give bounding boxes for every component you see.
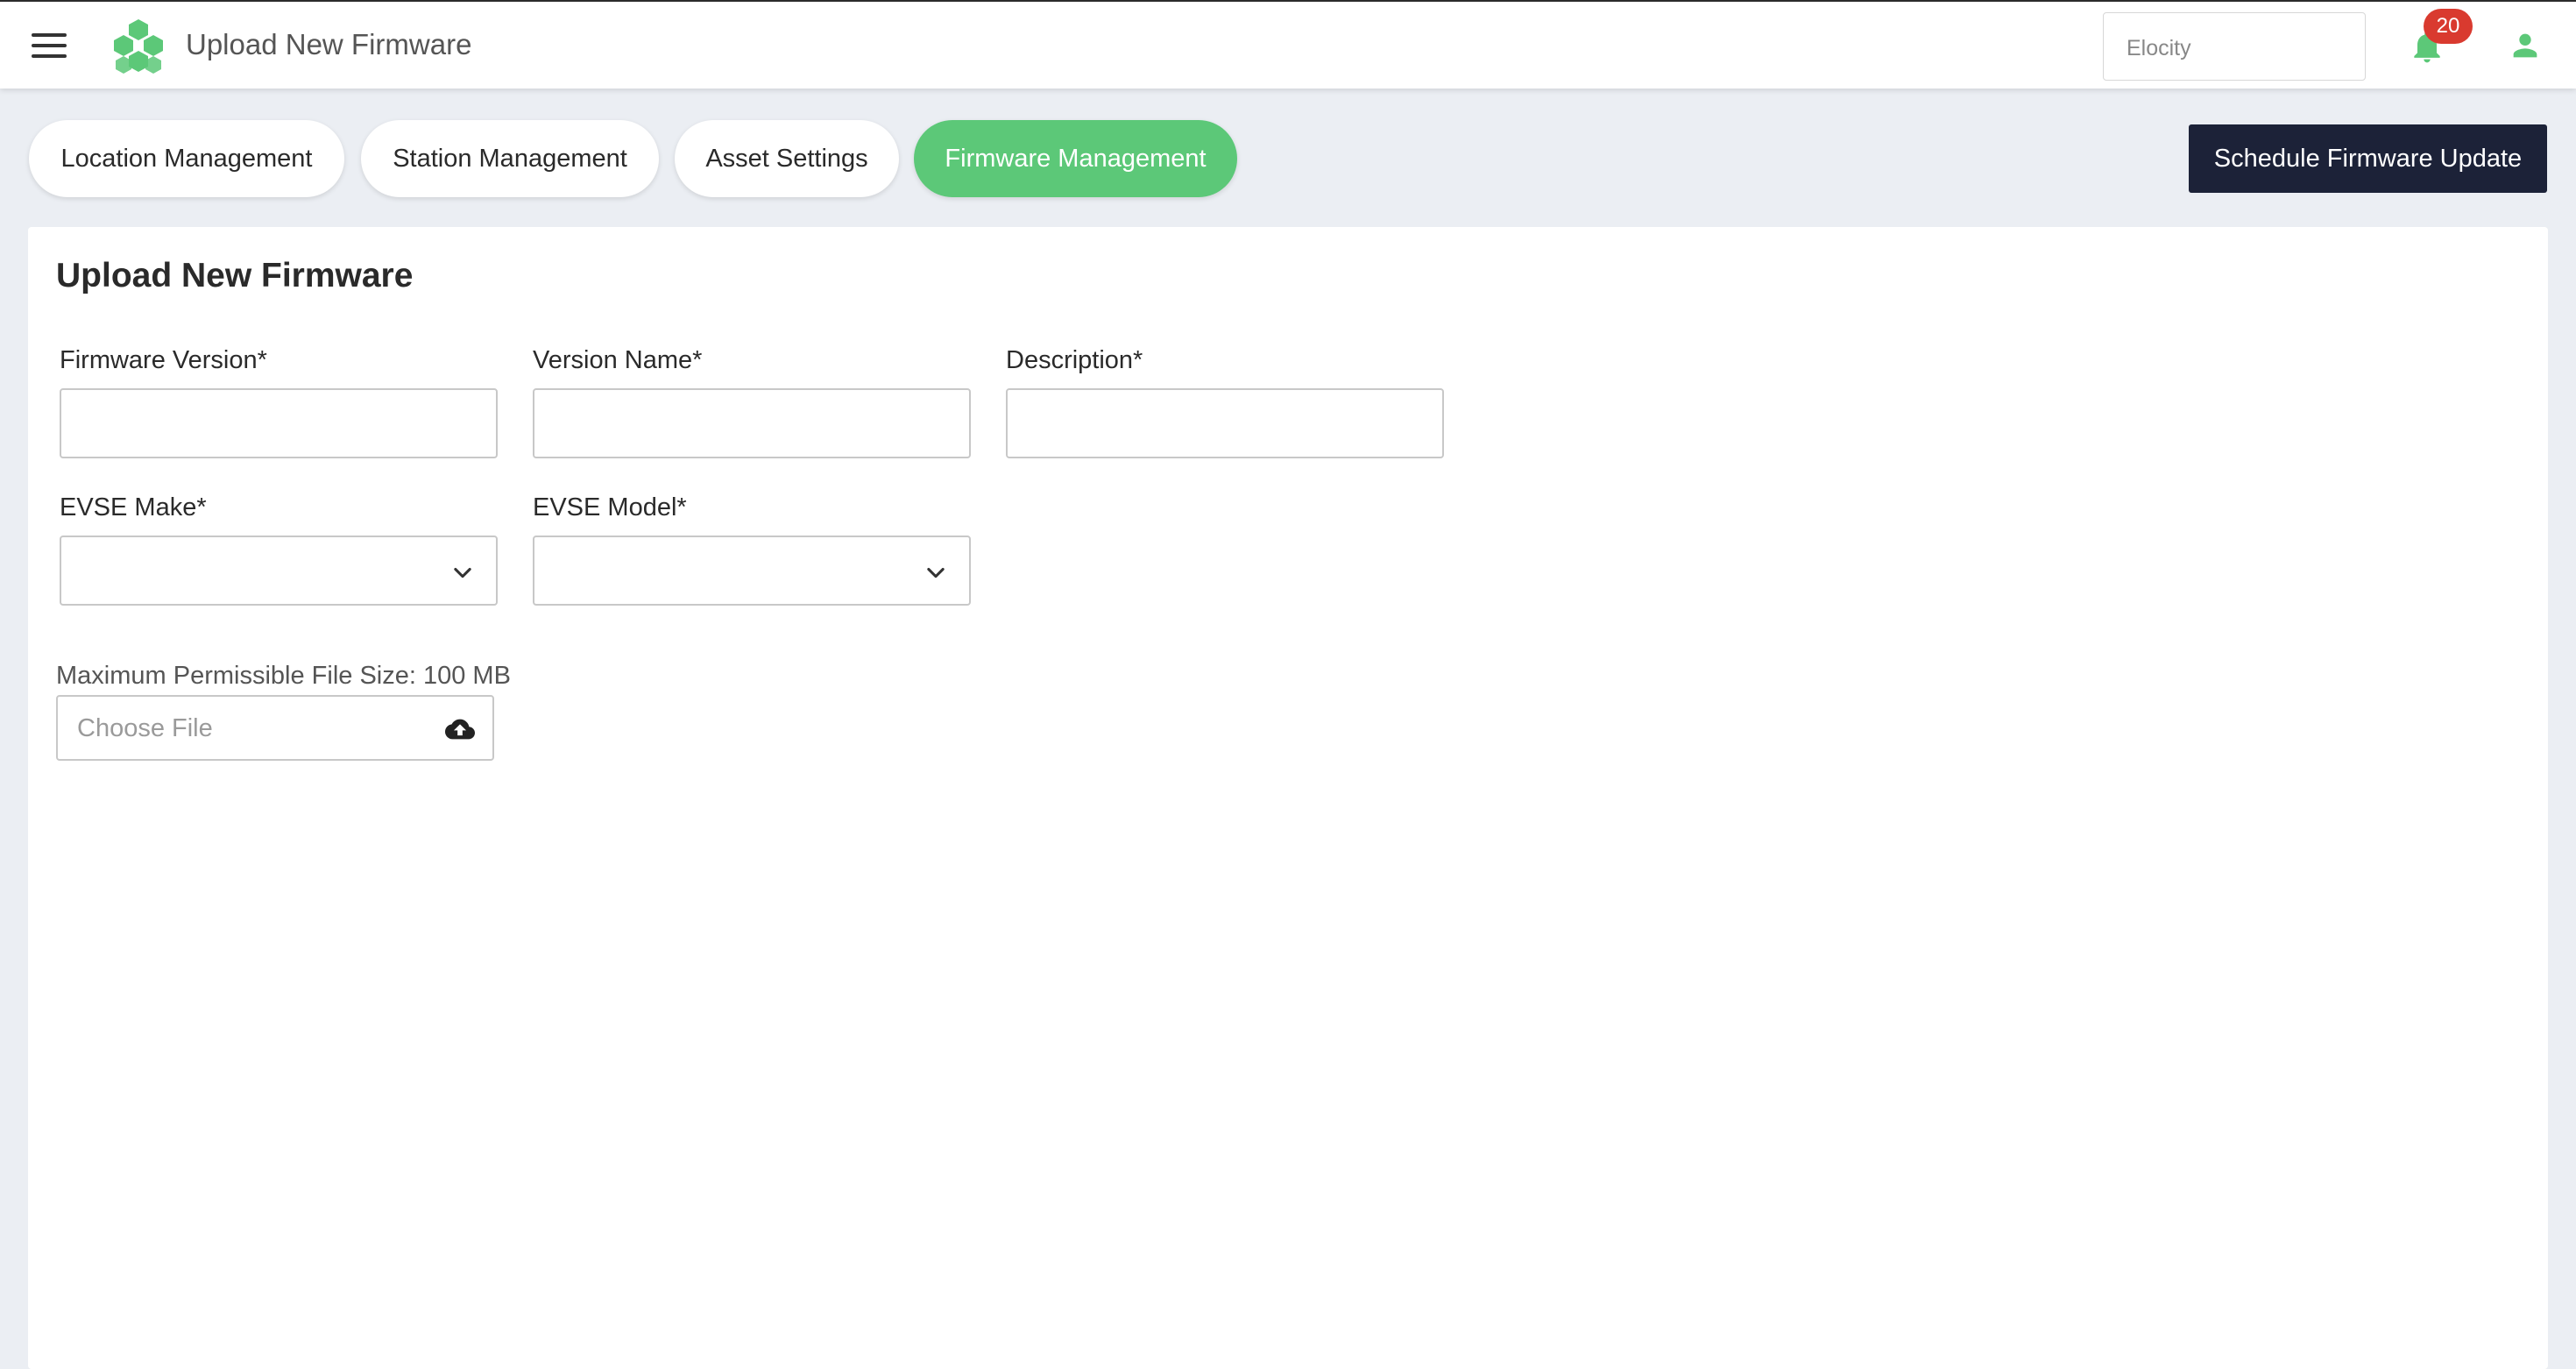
app-title: Upload New Firmware bbox=[186, 28, 472, 60]
upload-firmware-card: Upload New Firmware Firmware Version* Ve… bbox=[28, 227, 2548, 1369]
user-icon[interactable] bbox=[2508, 28, 2543, 63]
version-name-label: Version Name* bbox=[533, 346, 703, 374]
description-input[interactable] bbox=[1006, 388, 1444, 458]
logo-icon bbox=[114, 19, 163, 74]
organization-select[interactable]: Elocity bbox=[2103, 12, 2366, 81]
notification-badge: 20 bbox=[2424, 9, 2473, 44]
file-size-note: Maximum Permissible File Size: 100 MB bbox=[56, 662, 511, 690]
firmware-version-label: Firmware Version* bbox=[60, 346, 267, 374]
chevron-down-icon bbox=[927, 567, 945, 578]
evse-model-label: EVSE Model* bbox=[533, 493, 687, 521]
chevron-down-icon bbox=[454, 567, 471, 578]
tab-station-management[interactable]: Station Management bbox=[361, 120, 659, 197]
tab-location-management[interactable]: Location Management bbox=[29, 120, 344, 197]
schedule-firmware-update-button[interactable]: Schedule Firmware Update bbox=[2189, 124, 2547, 193]
tab-asset-settings[interactable]: Asset Settings bbox=[675, 120, 899, 197]
firmware-version-input[interactable] bbox=[60, 388, 498, 458]
page-title: Upload New Firmware bbox=[56, 257, 414, 294]
file-chooser[interactable]: Choose File bbox=[56, 695, 494, 761]
evse-make-select[interactable] bbox=[60, 536, 498, 606]
file-chooser-placeholder: Choose File bbox=[77, 714, 213, 742]
menu-icon[interactable] bbox=[32, 33, 67, 60]
evse-make-label: EVSE Make* bbox=[60, 493, 207, 521]
version-name-input[interactable] bbox=[533, 388, 971, 458]
cloud-upload-icon bbox=[445, 719, 475, 740]
evse-model-select[interactable] bbox=[533, 536, 971, 606]
top-bar: Upload New Firmware Elocity 20 bbox=[0, 0, 2576, 89]
description-label: Description* bbox=[1006, 346, 1143, 374]
tab-firmware-management[interactable]: Firmware Management bbox=[914, 120, 1237, 197]
